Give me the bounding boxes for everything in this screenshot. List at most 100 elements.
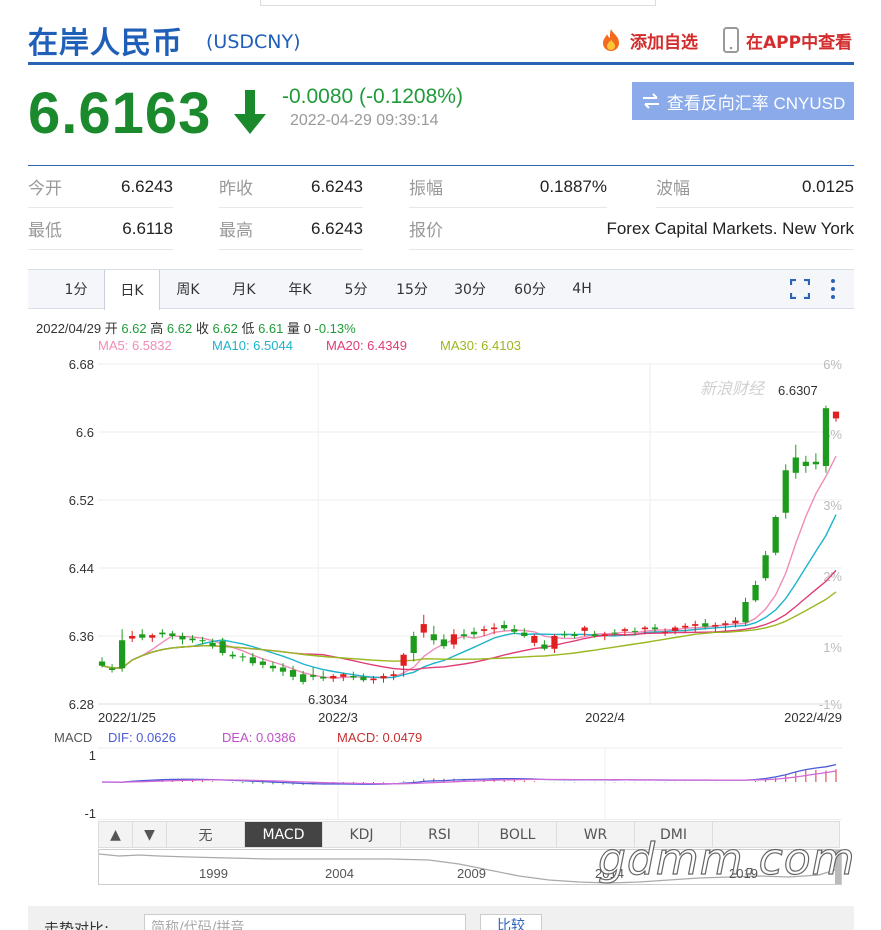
add-watch-button[interactable]: 添加自选: [598, 27, 698, 53]
tab-daily-k[interactable]: 日K: [104, 270, 160, 310]
candle-body: [822, 408, 830, 466]
candle-body: [712, 624, 719, 627]
more-menu-icon[interactable]: [828, 278, 838, 300]
high-annotation: 6.6307: [778, 383, 818, 398]
x-tick-label: 2022/1/25: [98, 710, 156, 725]
tab-30min[interactable]: 30分: [440, 270, 500, 308]
candle-body: [722, 623, 729, 625]
stat-value: 0.1887%: [539, 176, 607, 196]
stat-value: 6.6243: [121, 176, 173, 196]
info-volume: 0: [303, 321, 311, 336]
dea-line: [102, 770, 837, 785]
pct-tick-label: 1%: [823, 640, 842, 655]
candle-body: [782, 470, 789, 513]
candle-body: [169, 633, 176, 636]
current-price: 6.6163: [28, 81, 212, 146]
stat-value: Forex Capital Markets. New York: [606, 218, 854, 238]
stats-row-2: 最低 6.6118 最高 6.6243 报价 Forex Capital Mar…: [28, 208, 854, 250]
candle-body: [108, 668, 116, 670]
stat-value: 6.6243: [311, 176, 363, 196]
indicator-kdj[interactable]: KDJ: [323, 822, 401, 847]
candle-body: [772, 517, 779, 553]
candle-body: [631, 630, 639, 632]
candle-body: [511, 629, 518, 632]
info-volume-label: 量: [287, 321, 301, 336]
candle-body: [149, 635, 156, 638]
pct-tick-label: 6%: [823, 357, 842, 372]
candle-body: [521, 632, 528, 636]
candle-body: [832, 411, 840, 419]
tab-1min[interactable]: 1分: [48, 270, 104, 308]
stat-label: 报价: [409, 221, 443, 241]
stat-value: 6.6243: [311, 218, 363, 238]
candle-body: [661, 631, 669, 633]
compare-placeholder: 简称/代码/拼音: [151, 920, 245, 930]
fullscreen-icon[interactable]: [790, 279, 810, 299]
view-in-app-button[interactable]: 在APP中查看: [722, 27, 852, 53]
indicator-rsi[interactable]: RSI: [401, 822, 479, 847]
candle-body: [330, 675, 337, 679]
tab-15min[interactable]: 15分: [384, 270, 440, 308]
candle-body: [310, 675, 317, 677]
candle-body: [682, 625, 689, 628]
tab-4h[interactable]: 4H: [560, 270, 604, 308]
stat-amplitude: 振幅 0.1887%: [409, 166, 607, 208]
stat-quote-source: 报价 Forex Capital Markets. New York: [409, 208, 854, 250]
page-title: 在岸人民币: [28, 26, 183, 61]
quote-timestamp: 2022-04-29 09:39:14: [290, 112, 439, 129]
tab-yearly-k[interactable]: 年K: [272, 270, 328, 308]
view-in-app-label: 在APP中查看: [746, 32, 853, 53]
tab-5min[interactable]: 5分: [328, 270, 384, 308]
compare-button[interactable]: 比较: [480, 914, 542, 930]
ma30-line: [101, 591, 837, 669]
header-divider: [28, 62, 854, 65]
stat-label: 最低: [28, 221, 62, 241]
ma5-label: MA5: 6.5832: [98, 338, 172, 353]
candle-body: [692, 624, 699, 626]
period-tab-bar: 1分 日K 周K 月K 年K 5分 15分 30分 60分 4H: [28, 269, 854, 310]
macd-legend-label: DEA: 0.0386: [222, 730, 296, 745]
candle-body: [239, 656, 246, 658]
candle-body: [672, 627, 679, 631]
indicator-macd[interactable]: MACD: [245, 822, 323, 847]
stat-low: 最低 6.6118: [28, 208, 173, 250]
candle-body: [621, 629, 628, 631]
candle-body: [501, 624, 508, 629]
stat-label: 昨收: [219, 179, 253, 199]
candle-body: [732, 620, 739, 624]
candle-body: [380, 675, 387, 679]
move-down-button[interactable]: ▼: [133, 822, 167, 847]
navigator-year: 1999: [199, 866, 228, 881]
candle-body: [129, 636, 136, 639]
candlestick-chart[interactable]: 6.686.66.526.446.366.286%5%3%2%1%-1%新浪财经…: [0, 352, 881, 732]
candle-body: [802, 461, 809, 466]
info-pct: -0.13%: [314, 321, 356, 336]
ma30-label: MA30: 6.4103: [440, 338, 521, 353]
tab-monthly-k[interactable]: 月K: [216, 270, 272, 308]
info-date: 2022/04/29: [36, 321, 102, 336]
candle-body: [289, 670, 297, 677]
compare-input[interactable]: 简称/代码/拼音: [144, 914, 466, 930]
ma10-label: MA10: 6.5044: [212, 338, 293, 353]
low-annotation: 6.3034: [308, 692, 348, 707]
site-watermark: gdmm.com: [597, 833, 856, 885]
info-close-label: 收: [195, 321, 209, 336]
candle-body: [551, 636, 558, 649]
indicator-none[interactable]: 无: [167, 822, 245, 847]
move-up-button[interactable]: ▲: [99, 822, 133, 847]
tab-60min[interactable]: 60分: [500, 270, 560, 308]
pct-tick-label: 3%: [823, 498, 842, 513]
candle-body: [641, 627, 649, 630]
indicator-boll[interactable]: BOLL: [479, 822, 557, 847]
stat-high: 最高 6.6243: [219, 208, 363, 250]
tab-weekly-k[interactable]: 周K: [160, 270, 216, 308]
macd-tick-label: 1: [89, 748, 96, 763]
ma10-line: [101, 514, 837, 679]
navigator-year: 2009: [457, 866, 486, 881]
stat-range: 波幅 0.0125: [656, 166, 854, 208]
reverse-rate-button[interactable]: 查看反向汇率 CNYUSD: [632, 82, 854, 120]
stats-row-1: 今开 6.6243 昨收 6.6243 振幅 0.1887% 波幅 0.0125: [28, 166, 854, 208]
candle-body: [179, 636, 186, 640]
candle-body: [571, 634, 578, 636]
macd-legend-label: MACD: 0.0479: [337, 730, 422, 745]
